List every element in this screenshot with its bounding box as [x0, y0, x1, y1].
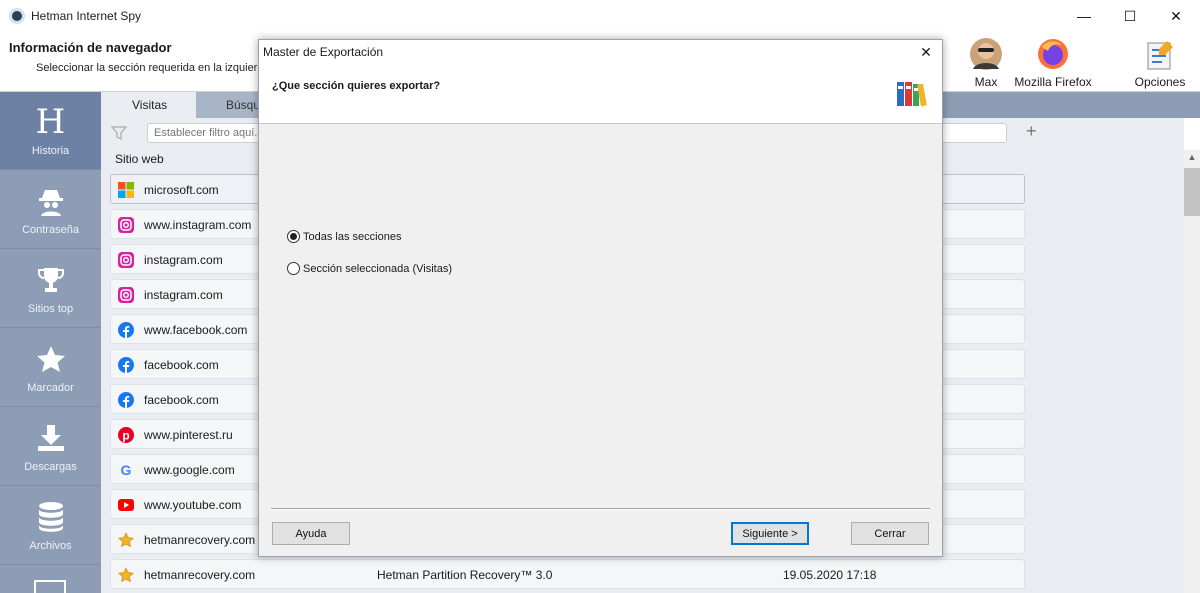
database-icon: [0, 501, 101, 533]
table-row[interactable]: hetmanrecovery.com Hetman Partition Reco…: [110, 559, 1025, 589]
window-title: Hetman Internet Spy: [31, 9, 142, 23]
browser-button[interactable]: Mozilla Firefox: [1010, 37, 1096, 89]
row-site: www.google.com: [144, 463, 235, 477]
row-site: www.youtube.com: [144, 498, 242, 512]
sidebar-item-sitios-top[interactable]: Sitios top: [0, 250, 101, 328]
next-button[interactable]: Siguiente >: [731, 522, 809, 545]
row-site: facebook.com: [144, 393, 219, 407]
sidebar: H Historia Contraseña Sitios top Marcado…: [0, 92, 101, 593]
column-header-site[interactable]: Sitio web: [115, 152, 164, 166]
user-avatar-icon: [970, 38, 1002, 70]
user-button[interactable]: Max: [962, 37, 1010, 89]
row-title: Hetman Partition Recovery™ 3.0: [377, 568, 553, 582]
books-icon: [897, 82, 927, 107]
sidebar-item-label: Historia: [31, 145, 70, 157]
options-button[interactable]: Opciones: [1130, 37, 1190, 89]
export-wizard-dialog: Master de Exportación ✕ ¿Que sección qui…: [258, 39, 943, 557]
facebook-icon: [118, 357, 134, 373]
dialog-titlebar: Master de Exportación ✕: [259, 40, 942, 64]
tab-visitas[interactable]: Visitas: [101, 92, 196, 118]
google-icon: G: [121, 462, 132, 478]
filter-icon[interactable]: [111, 125, 127, 141]
sidebar-item-marcador[interactable]: Marcador: [0, 329, 101, 407]
more-sidebar-icon: [34, 580, 66, 593]
radio-checked-icon[interactable]: [287, 230, 300, 243]
download-icon: [0, 422, 101, 454]
sidebar-item-archivos[interactable]: Archivos: [0, 487, 101, 565]
row-site: instagram.com: [144, 253, 223, 267]
user-label: Max: [974, 75, 998, 89]
sidebar-item-label: Sitios top: [27, 303, 74, 315]
dialog-header: ¿Que sección quieres exportar?: [259, 64, 942, 124]
row-site: hetmanrecovery.com: [144, 533, 256, 547]
page-subtitle: Seleccionar la sección requerida en la i…: [36, 62, 270, 74]
dialog-close-button[interactable]: ✕: [914, 41, 938, 63]
scroll-up-icon[interactable]: ▲: [1184, 152, 1200, 162]
scrollbar-thumb[interactable]: [1184, 168, 1200, 216]
youtube-icon: [118, 499, 134, 511]
dialog-question: ¿Que sección quieres exportar?: [272, 80, 441, 92]
radio-selected-section[interactable]: Sección seleccionada (Visitas): [287, 262, 452, 275]
sidebar-item-label: Descargas: [24, 461, 77, 473]
instagram-icon: [118, 252, 134, 268]
star-fav-icon: [118, 532, 134, 548]
close-dialog-button[interactable]: Cerrar: [851, 522, 929, 545]
radio-all-label: Todas las secciones: [303, 231, 402, 243]
help-button[interactable]: Ayuda: [272, 522, 350, 545]
sidebar-item-label: Contraseña: [22, 224, 79, 236]
star-fav-icon: [118, 567, 134, 583]
svg-text:G: G: [121, 462, 132, 478]
row-site: www.facebook.com: [144, 323, 248, 337]
sidebar-item-label: Archivos: [29, 540, 72, 552]
page-title: Información de navegador: [9, 40, 172, 55]
instagram-icon: [118, 287, 134, 303]
row-site: instagram.com: [144, 288, 223, 302]
svg-text:p: p: [122, 429, 129, 443]
pinterest-icon: p: [118, 427, 134, 443]
sidebar-item-descargas[interactable]: Descargas: [0, 408, 101, 486]
instagram-icon: [118, 217, 134, 233]
sidebar-item-historia[interactable]: H Historia: [0, 92, 101, 170]
firefox-icon: [1038, 39, 1068, 69]
options-icon: [1147, 41, 1173, 70]
dialog-separator: [271, 508, 930, 510]
row-site: www.pinterest.ru: [144, 428, 233, 442]
row-site: hetmanrecovery.com: [144, 568, 256, 582]
row-site: www.instagram.com: [144, 218, 252, 232]
facebook-icon: [118, 392, 134, 408]
sidebar-item-label: Marcador: [27, 382, 74, 394]
spy-icon: [0, 185, 101, 217]
window-close-button[interactable]: ✕: [1153, 0, 1199, 32]
radio-selected-label: Sección seleccionada (Visitas): [303, 263, 452, 275]
options-label: Opciones: [1134, 75, 1186, 89]
trophy-icon: [0, 264, 101, 296]
row-site: facebook.com: [144, 358, 219, 372]
row-site: microsoft.com: [144, 183, 219, 197]
microsoft-icon: [118, 182, 134, 198]
maximize-button[interactable]: ☐: [1107, 0, 1153, 32]
facebook-icon: [118, 322, 134, 338]
dialog-title: Master de Exportación: [263, 45, 384, 59]
row-date: 19.05.2020 17:18: [783, 568, 877, 582]
history-h-icon: H: [35, 102, 66, 142]
add-filter-icon[interactable]: +: [1026, 121, 1037, 142]
app-eye-icon: [9, 8, 25, 24]
radio-all-sections[interactable]: Todas las secciones: [287, 230, 401, 243]
sidebar-item-contrasena[interactable]: Contraseña: [0, 171, 101, 249]
window-titlebar: Hetman Internet Spy — ☐ ✕: [0, 0, 1200, 32]
vertical-scrollbar[interactable]: ▲: [1184, 150, 1200, 593]
star-icon: [0, 343, 101, 375]
browser-label: Mozilla Firefox: [1014, 75, 1092, 89]
radio-unchecked-icon[interactable]: [287, 262, 300, 275]
minimize-button[interactable]: —: [1061, 0, 1107, 32]
